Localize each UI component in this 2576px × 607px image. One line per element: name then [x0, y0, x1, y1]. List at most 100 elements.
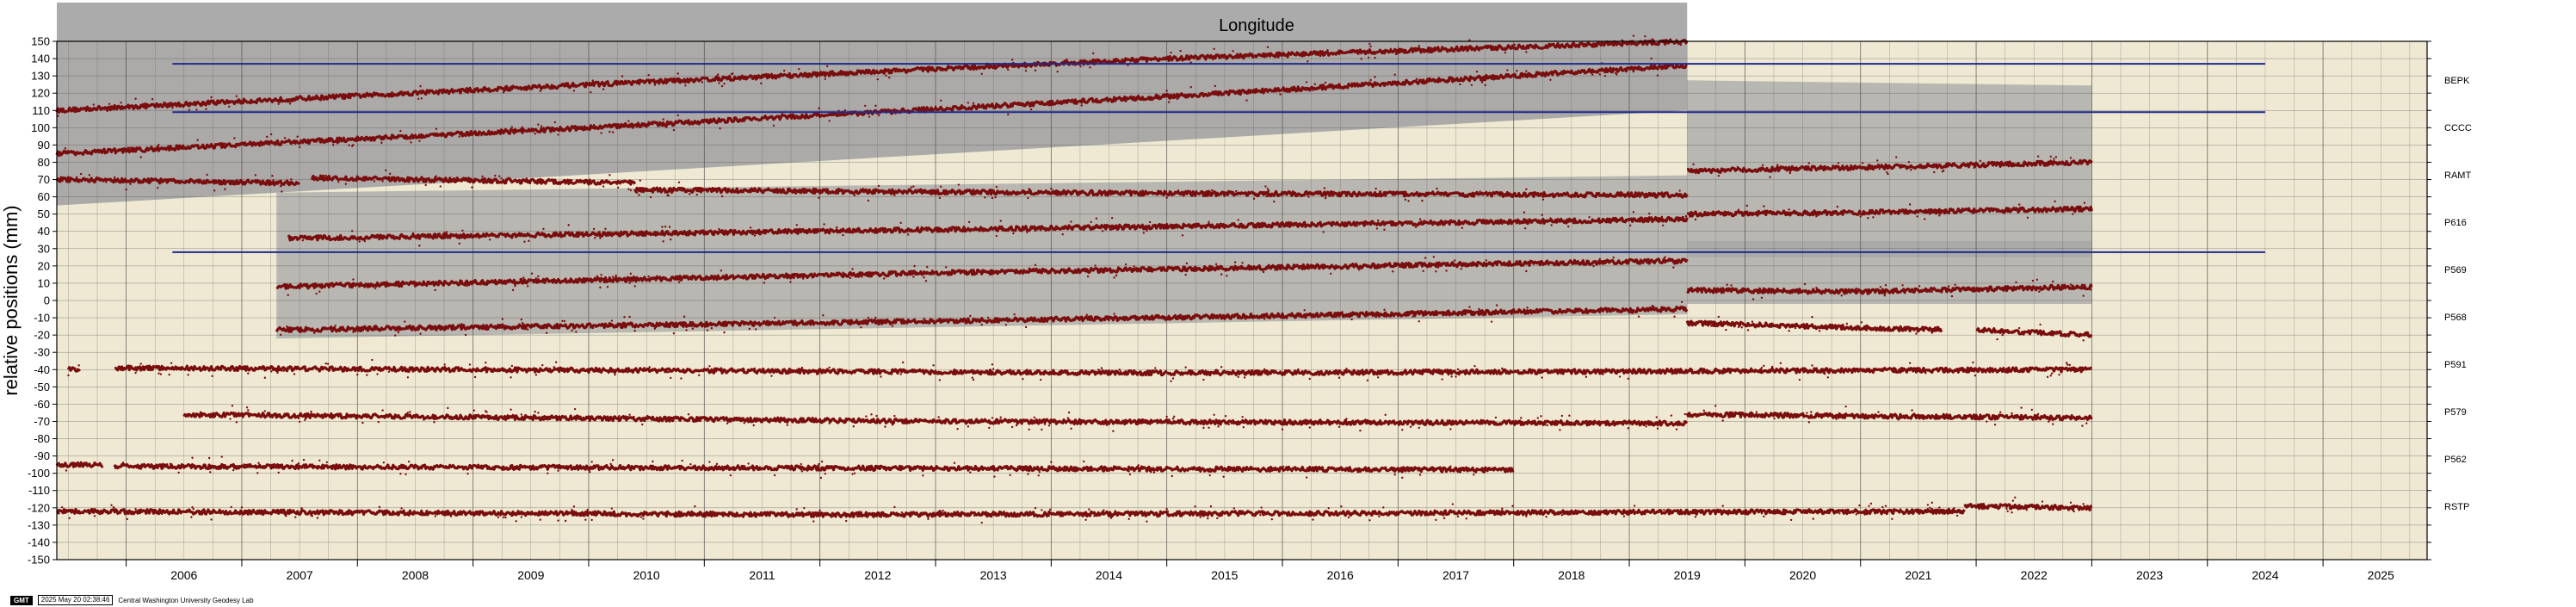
data-point-outlier: [1418, 474, 1422, 476]
y-tick-label: -110: [28, 484, 50, 497]
data-point-outlier: [1220, 366, 1223, 369]
data-point-outlier: [2011, 511, 2013, 514]
data-point-outlier: [257, 461, 260, 464]
data-point-outlier: [588, 470, 591, 474]
x-tick-label: 2019: [1674, 568, 1701, 582]
data-point-outlier: [1473, 364, 1476, 368]
data-point-outlier: [1592, 264, 1595, 268]
data-point-outlier: [967, 220, 971, 224]
data-point-outlier: [385, 169, 387, 172]
data-point-outlier: [1167, 101, 1171, 103]
data-point-outlier: [2015, 281, 2017, 284]
data-point-outlier: [1350, 318, 1353, 321]
data-point-outlier: [719, 127, 721, 130]
data-point-outlier: [594, 237, 596, 239]
data-point-outlier: [1751, 320, 1754, 323]
data-point-outlier: [1409, 425, 1412, 428]
station-label-p562: P562: [2444, 455, 2467, 465]
data-point-outlier: [667, 194, 670, 197]
data-point-outlier: [770, 375, 773, 377]
y-axis-label: relative positions (mm): [0, 205, 22, 395]
data-point-outlier: [1241, 416, 1244, 418]
data-point-outlier: [1449, 428, 1452, 430]
data-point-outlier: [1004, 324, 1008, 326]
data-point-outlier: [1226, 275, 1228, 277]
data-point-outlier: [1347, 516, 1350, 519]
data-point-outlier: [210, 96, 213, 99]
data-point-outlier: [112, 505, 115, 509]
timeseries-chart: 1501401301201101009080706050403020100-10…: [0, 3, 2472, 582]
data-point-outlier: [1033, 416, 1035, 419]
data-point-outlier: [405, 473, 407, 476]
data-point-outlier: [685, 329, 688, 331]
data-point-outlier: [1374, 187, 1377, 190]
data-point-outlier: [1986, 420, 1988, 423]
data-point-outlier: [627, 188, 630, 190]
data-point-outlier: [1536, 417, 1539, 419]
chart-title: Longitude: [1219, 16, 1294, 35]
data-point-outlier: [352, 144, 355, 146]
data-point-outlier: [1243, 376, 1246, 379]
data-point-outlier: [458, 242, 460, 245]
data-point-outlier: [1165, 415, 1168, 418]
data-point-outlier: [798, 68, 800, 71]
data-point-outlier: [795, 508, 798, 511]
y-tick-label: -80: [34, 432, 50, 445]
data-point-outlier: [843, 108, 847, 112]
data-point-outlier: [1213, 413, 1215, 416]
data-point-outlier: [381, 409, 384, 412]
data-point-outlier: [188, 108, 191, 112]
data-point-outlier: [880, 375, 882, 378]
data-point-outlier: [1209, 505, 1213, 508]
data-point-outlier: [1260, 506, 1263, 509]
data-point-outlier: [1541, 214, 1543, 216]
data-point-outlier: [893, 505, 896, 509]
data-point-outlier: [1788, 171, 1792, 175]
y-tick-label: -100: [28, 467, 50, 480]
data-point-outlier: [1048, 508, 1052, 511]
data-point-outlier: [899, 373, 902, 375]
data-point-outlier: [399, 473, 402, 475]
data-point-outlier: [1918, 285, 1921, 288]
data-point-outlier: [748, 327, 751, 331]
data-point-outlier: [281, 190, 283, 193]
data-point-outlier: [1202, 426, 1205, 430]
data-point-outlier: [1383, 308, 1386, 312]
station-label-ramt: RAMT: [2444, 170, 2471, 181]
data-point-outlier: [1541, 198, 1545, 201]
data-point-outlier: [1232, 507, 1236, 510]
y-tick-label: 150: [31, 35, 50, 48]
data-point-outlier: [863, 104, 867, 108]
data-point-outlier: [868, 115, 871, 118]
data-point-outlier: [972, 378, 975, 381]
data-point-outlier: [471, 186, 473, 189]
data-point-outlier: [2053, 158, 2055, 160]
data-point-outlier: [893, 414, 896, 418]
data-point-outlier: [689, 193, 691, 195]
data-point-outlier: [481, 175, 484, 178]
data-point-outlier: [1789, 518, 1793, 522]
data-point-outlier: [1663, 509, 1665, 511]
data-point-outlier: [1308, 377, 1311, 381]
data-point-outlier: [1245, 99, 1248, 102]
data-point-outlier: [1506, 69, 1509, 71]
data-point-outlier: [1763, 205, 1765, 207]
x-tick-label: 2015: [1211, 568, 1238, 582]
data-point-outlier: [231, 405, 234, 407]
data-point-outlier: [1876, 159, 1879, 162]
data-point-outlier: [224, 188, 226, 190]
data-point-outlier: [1252, 197, 1256, 201]
data-point-outlier: [1024, 70, 1028, 72]
data-point-outlier: [600, 274, 602, 276]
data-point-outlier: [1907, 161, 1911, 164]
data-point-outlier: [1495, 304, 1498, 307]
data-point-outlier: [926, 265, 929, 269]
y-tick-label: 130: [31, 70, 50, 83]
data-point-outlier: [461, 229, 464, 232]
data-point-outlier: [371, 358, 374, 362]
data-point-outlier: [331, 144, 335, 146]
data-point-outlier: [485, 362, 487, 364]
data-point-outlier: [602, 185, 605, 188]
data-point-outlier: [1627, 427, 1630, 430]
data-point-outlier: [151, 97, 154, 101]
